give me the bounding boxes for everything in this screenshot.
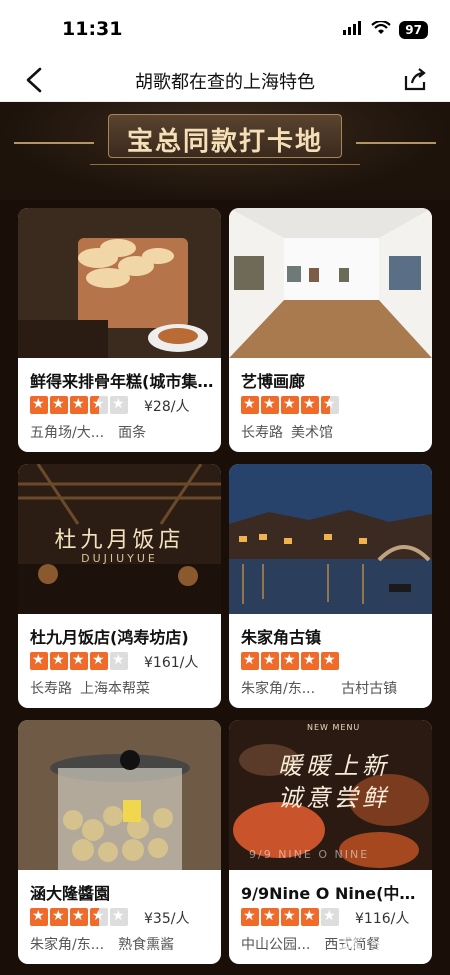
poi-category: 美术馆	[291, 425, 333, 441]
share-icon	[404, 68, 426, 91]
poi-name: 朱家角古镇	[241, 628, 322, 647]
wifi-icon	[371, 19, 392, 39]
poi-name: 鲜得来排骨年糕(城市集...	[30, 372, 214, 391]
poi-card[interactable]: 鲜得来排骨年糕(城市集... ¥28/人 五角场/大... 面条	[18, 208, 221, 452]
poi-meta: 长寿路 上海本帮菜	[30, 678, 150, 698]
poi-photo	[229, 464, 432, 614]
poi-name: 涵大隆醬園	[30, 884, 111, 903]
star-icon	[30, 396, 48, 414]
star-icon	[321, 652, 339, 670]
hero-ornament-right	[356, 142, 436, 144]
poi-category: 上海本帮菜	[80, 681, 150, 697]
poi-price: ¥116/人	[355, 911, 410, 927]
rating-stars	[241, 652, 339, 670]
share-button[interactable]	[402, 66, 428, 92]
star-icon	[281, 652, 299, 670]
poi-price: ¥35/人	[144, 911, 190, 927]
star-icon	[261, 652, 279, 670]
star-empty-icon	[110, 396, 128, 414]
star-half-icon	[90, 396, 108, 414]
poi-area: 长寿路	[241, 425, 283, 441]
signal-icon	[343, 20, 363, 39]
poi-card[interactable]: 涵大隆醬園 ¥35/人 朱家角/东... 熟食熏酱	[18, 720, 221, 964]
poi-name: 9/9Nine O Nine(中山...	[241, 884, 425, 903]
status-icons: 97	[343, 19, 428, 39]
poi-area: 五角场/大...	[30, 425, 105, 441]
star-icon	[50, 908, 68, 926]
star-icon	[90, 652, 108, 670]
star-icon	[301, 908, 319, 926]
star-icon	[281, 908, 299, 926]
poi-photo: NEW MENU 暖暖上新 诚意尝鲜 9/9 NINE O NINE	[229, 720, 432, 870]
star-icon	[301, 396, 319, 414]
poi-photo	[18, 720, 221, 870]
poi-photo: 杜九月饭店 DUJIUYUE	[18, 464, 221, 614]
star-half-icon	[321, 396, 339, 414]
star-icon	[70, 652, 88, 670]
page-title: 胡歌都在查的上海特色	[135, 72, 315, 93]
poi-card[interactable]: 杜九月饭店 DUJIUYUE 杜九月饭店(鸿寿坊店) ¥161/人 长寿路上海本…	[18, 464, 221, 708]
star-icon	[50, 396, 68, 414]
status-bar: 11:31 97	[0, 0, 450, 58]
menu-badge: NEW MENU	[307, 723, 361, 732]
star-icon	[261, 908, 279, 926]
poi-card[interactable]: 艺博画廊 长寿路美术馆	[229, 208, 432, 452]
star-icon	[241, 908, 259, 926]
battery-indicator: 97	[399, 20, 428, 39]
star-icon	[301, 652, 319, 670]
poi-meta: 朱家角/东... 古村古镇	[241, 678, 397, 698]
star-icon	[30, 908, 48, 926]
rating-stars	[241, 908, 339, 926]
watermark-text: 苔水网	[335, 932, 438, 965]
rating-stars	[30, 652, 128, 670]
star-icon	[261, 396, 279, 414]
star-empty-icon	[110, 652, 128, 670]
promo-overlay-text: 暖暖上新 诚意尝鲜	[278, 752, 390, 812]
status-time: 11:31	[62, 18, 123, 40]
rating-stars	[30, 908, 128, 926]
rating-stars	[30, 396, 128, 414]
poi-area: 朱家角/东...	[241, 681, 316, 697]
poi-meta: 朱家角/东... 熟食熏酱	[30, 934, 174, 954]
hero-title-plate: 宝总同款打卡地	[108, 114, 342, 158]
star-icon	[241, 396, 259, 414]
hero-title: 宝总同款打卡地	[126, 127, 323, 157]
poi-card[interactable]: 朱家角古镇 朱家角/东... 古村古镇	[229, 464, 432, 708]
poi-meta: 五角场/大... 面条	[30, 422, 146, 442]
star-icon	[30, 652, 48, 670]
poi-area: 中山公园...	[241, 937, 311, 953]
hero-underline	[90, 164, 360, 165]
poi-category: 面条	[118, 425, 147, 441]
star-icon	[50, 652, 68, 670]
poi-meta: 长寿路 美术馆	[241, 422, 333, 442]
poi-name: 杜九月饭店(鸿寿坊店)	[30, 628, 189, 647]
poi-area: 长寿路	[30, 681, 72, 697]
rating-stars	[241, 396, 339, 414]
nav-bar: 胡歌都在查的上海特色	[0, 58, 450, 102]
star-icon	[70, 908, 88, 926]
star-icon	[241, 652, 259, 670]
star-icon	[70, 396, 88, 414]
poi-area: 朱家角/东...	[30, 937, 105, 953]
star-icon	[281, 396, 299, 414]
poi-price: ¥161/人	[144, 655, 199, 671]
promo-overlay-subtext: 9/9 NINE O NINE	[249, 848, 370, 861]
star-empty-icon	[110, 908, 128, 926]
poi-price: ¥28/人	[144, 399, 190, 415]
poi-category: 古村古镇	[341, 681, 398, 697]
poi-name: 艺博画廊	[241, 372, 306, 391]
hero-banner: 宝总同款打卡地	[0, 102, 450, 200]
poi-photo	[229, 208, 432, 358]
restaurant-logo-subtext: DUJIUYUE	[81, 552, 158, 565]
star-half-icon	[90, 908, 108, 926]
poi-photo	[18, 208, 221, 358]
poi-grid: 鲜得来排骨年糕(城市集... ¥28/人 五角场/大... 面条	[18, 208, 432, 968]
poi-category: 熟食熏酱	[118, 937, 175, 953]
hero-ornament-left	[14, 142, 94, 144]
star-empty-icon	[321, 908, 339, 926]
restaurant-logo-text: 杜九月饭店	[54, 528, 185, 553]
